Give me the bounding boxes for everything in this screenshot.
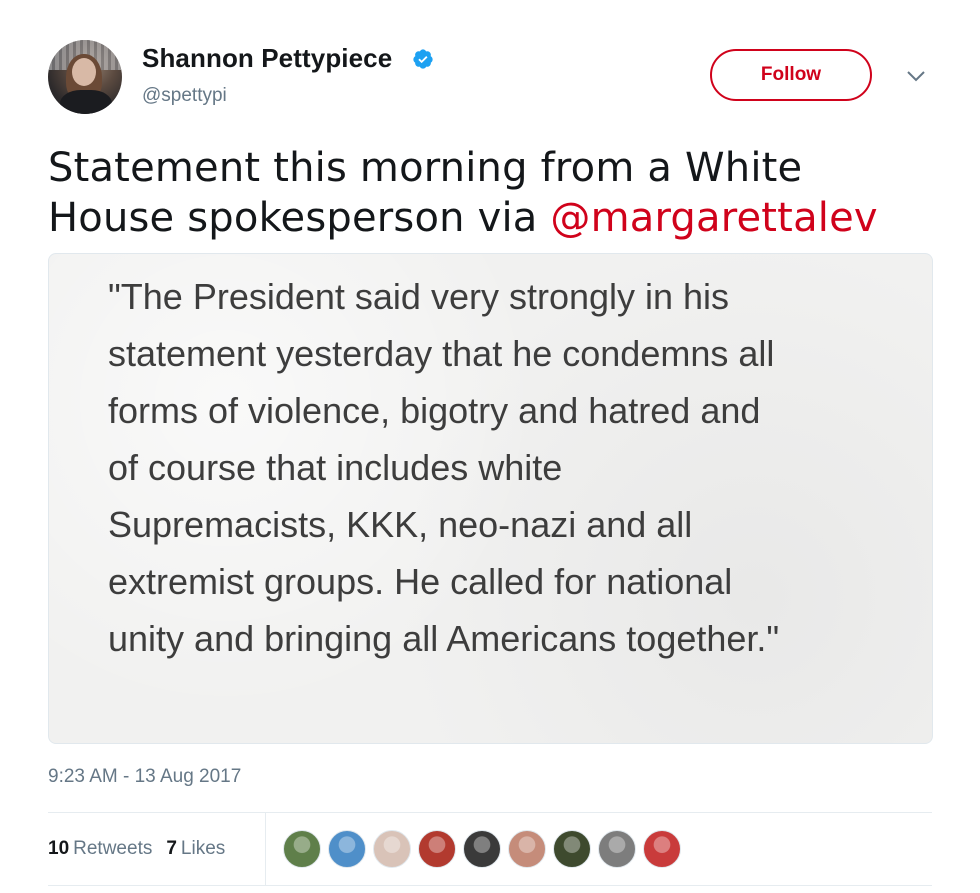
divider [48,812,932,813]
mention-link[interactable]: @margarettalev [550,195,877,241]
tweet-timestamp[interactable]: 9:23 AM - 13 Aug 2017 [48,766,241,788]
author-avatar[interactable] [48,40,122,114]
tweet-text: Statement this morning from a White Hous… [48,143,928,243]
liker-avatar-6[interactable] [508,830,546,868]
avatar-body [60,90,112,114]
liker-avatar-4[interactable] [418,830,456,868]
author-name[interactable]: Shannon Pettypiece [142,43,392,74]
liker-avatar-8[interactable] [598,830,636,868]
likes-stat[interactable]: 7 Likes [166,838,225,860]
tweet-image[interactable]: "The President said very strongly in his… [48,253,933,744]
likes-count: 7 [166,838,177,859]
chevron-down-icon[interactable] [906,70,926,82]
tweet-card: Shannon Pettypiece @spettypi Follow Stat… [0,0,980,893]
verified-badge-icon [413,49,433,69]
liker-avatar-5[interactable] [463,830,501,868]
liker-avatar-2[interactable] [328,830,366,868]
liker-avatar-1[interactable] [283,830,321,868]
follow-button[interactable]: Follow [710,49,872,101]
liker-avatars [283,830,688,868]
retweets-label: Retweets [73,838,153,859]
likes-label: Likes [180,838,226,859]
divider [265,813,266,885]
divider [48,885,932,886]
retweets-stat[interactable]: 10 Retweets [48,838,152,860]
quote-image-text: "The President said very strongly in his… [108,276,780,659]
retweets-count: 10 [48,838,70,859]
engagement-stats: 10 Retweets 7 Likes [48,838,225,860]
author-handle[interactable]: @spettypi [142,85,227,107]
liker-avatar-3[interactable] [373,830,411,868]
liker-avatar-7[interactable] [553,830,591,868]
avatar-face [72,58,96,86]
liker-avatar-9[interactable] [643,830,681,868]
